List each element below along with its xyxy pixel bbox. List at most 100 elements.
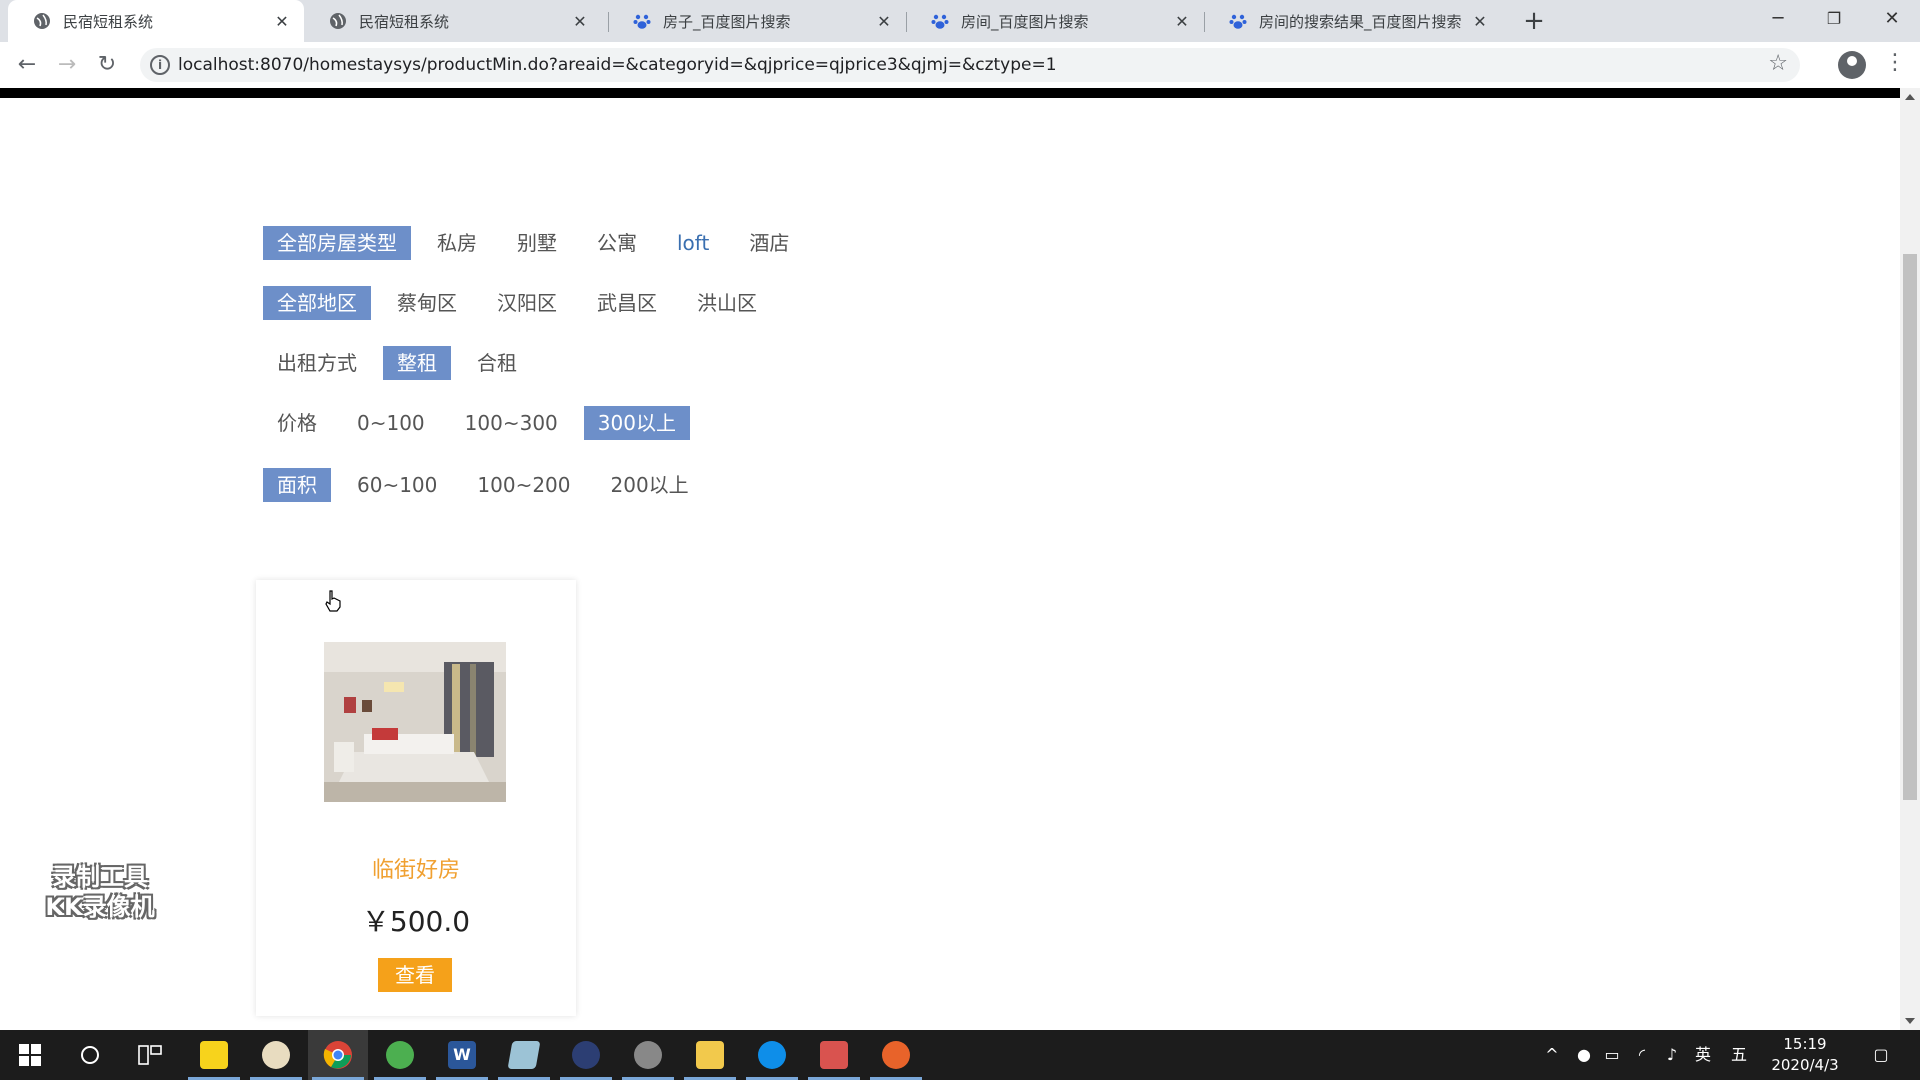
close-tab-icon[interactable]: ✕: [1468, 12, 1492, 31]
settings-gear-icon[interactable]: [618, 1030, 678, 1080]
watermark-line-1: 录制工具: [52, 863, 148, 891]
scroll-up-icon[interactable]: [1905, 94, 1915, 100]
page-content: 全部房屋类型 私房 别墅 公寓 loft 酒店 全部地区 蔡甸区 汉阳区 武昌区…: [0, 98, 1900, 1030]
ime-mode-indicator[interactable]: 五: [1724, 1030, 1754, 1080]
filter-category-loft[interactable]: loft: [663, 226, 723, 260]
new-tab-button[interactable]: +: [1519, 6, 1549, 36]
file-explorer-icon[interactable]: [680, 1030, 740, 1080]
tab-title: 房间_百度图片搜索: [961, 12, 1089, 31]
filter-area-hongshan[interactable]: 洪山区: [683, 286, 771, 320]
filter-area-all[interactable]: 全部地区: [263, 286, 371, 320]
tray-app-icon[interactable]: ●: [1570, 1030, 1598, 1080]
taskbar-clock[interactable]: 15:19 2020/4/3: [1760, 1034, 1850, 1076]
tab-title: 民宿短租系统: [63, 12, 154, 31]
pen-app-icon[interactable]: [246, 1030, 306, 1080]
volume-icon[interactable]: ♪: [1658, 1030, 1686, 1080]
scrollbar-thumb[interactable]: [1903, 254, 1917, 800]
filter-area-caidian[interactable]: 蔡甸区: [383, 286, 471, 320]
product-name[interactable]: 临街好房: [256, 852, 576, 884]
clock-time: 15:19: [1783, 1035, 1827, 1053]
filter-size-200-plus[interactable]: 200以上: [597, 468, 703, 502]
size-label[interactable]: 面积: [263, 468, 331, 502]
browser-tab-strip: 民宿短租系统 ✕ 民宿短租系统 ✕ 房子_百度图片搜索 ✕ 房间_百度图片搜索 …: [0, 0, 1920, 42]
filter-category-villa[interactable]: 别墅: [503, 226, 571, 260]
filter-size-100-200[interactable]: 100~200: [463, 468, 584, 502]
filter-price-300-plus[interactable]: 300以上: [583, 406, 690, 440]
browser-tab-2[interactable]: 民宿短租系统 ✕: [304, 0, 602, 42]
baidu-paw-icon: [633, 14, 651, 29]
back-arrow-icon[interactable]: ←: [12, 50, 42, 80]
clock-date: 2020/4/3: [1771, 1056, 1839, 1074]
filter-category-apartment[interactable]: 公寓: [583, 226, 651, 260]
globe-icon: [330, 13, 346, 29]
close-window-button[interactable]: ✕: [1864, 0, 1920, 42]
product-price: ￥500.0: [361, 905, 471, 938]
close-tab-icon[interactable]: ✕: [568, 12, 592, 31]
rent-type-filter-row: 出租方式 整租 合租: [263, 346, 543, 380]
filter-area-hanyang[interactable]: 汉阳区: [483, 286, 571, 320]
browser-tab-1[interactable]: 民宿短租系统 ✕: [8, 0, 304, 42]
close-tab-icon[interactable]: ✕: [1170, 12, 1194, 31]
sticky-notes-icon[interactable]: [184, 1030, 244, 1080]
ime-language-indicator[interactable]: 英: [1688, 1030, 1718, 1080]
page-scrollbar[interactable]: [1900, 88, 1920, 1030]
filter-price-100-300[interactable]: 100~300: [451, 406, 572, 440]
bookmark-star-icon[interactable]: ☆: [1768, 51, 1788, 76]
browser-tab-5[interactable]: 房间的搜索结果_百度图片搜索 ✕: [1204, 0, 1502, 42]
category-filter-row: 全部房屋类型 私房 别墅 公寓 loft 酒店: [263, 226, 815, 260]
tray-expand-icon[interactable]: ^: [1538, 1030, 1566, 1080]
tab-title: 房子_百度图片搜索: [663, 12, 791, 31]
notebook-app-icon[interactable]: [494, 1030, 554, 1080]
watermark-line-2: KK录像机: [45, 893, 155, 921]
close-tab-icon[interactable]: ✕: [872, 12, 896, 31]
rent-type-label: 出租方式: [277, 351, 357, 375]
recorder-app-icon[interactable]: [866, 1030, 926, 1080]
word-icon[interactable]: W: [432, 1030, 492, 1080]
page-top-bar: [0, 88, 1900, 98]
size-filter-row: 面积 60~100 100~200 200以上: [263, 468, 715, 502]
windows-taskbar: W ^ ● ▭ ◜ ♪ 英 五 15:19 2020/4/3 ▢: [0, 1030, 1920, 1080]
filter-rent-shared[interactable]: 合租: [463, 346, 531, 380]
browser-tab-4[interactable]: 房间_百度图片搜索 ✕: [906, 0, 1204, 42]
browser-toolbar: ← → ↻ i localhost:8070/homestaysys/produ…: [0, 42, 1920, 88]
windows-start-icon[interactable]: [0, 1030, 60, 1080]
close-tab-icon[interactable]: ✕: [270, 12, 294, 31]
battery-icon[interactable]: ▭: [1598, 1030, 1626, 1080]
wifi-icon[interactable]: ◜: [1628, 1030, 1656, 1080]
filter-price-0-100[interactable]: 0~100: [343, 406, 439, 440]
filter-rent-whole[interactable]: 整租: [383, 346, 451, 380]
browser-app-icon[interactable]: [370, 1030, 430, 1080]
hand-cursor-icon: [325, 590, 341, 612]
pdf-app-icon[interactable]: [804, 1030, 864, 1080]
filter-area-wuchang[interactable]: 武昌区: [583, 286, 671, 320]
profile-avatar-icon[interactable]: [1838, 51, 1866, 79]
price-label: 价格: [277, 411, 317, 435]
forward-arrow-icon[interactable]: →: [52, 50, 82, 80]
notifications-icon[interactable]: ▢: [1866, 1030, 1896, 1080]
filter-category-private-house[interactable]: 私房: [423, 226, 491, 260]
task-view-icon[interactable]: [120, 1030, 180, 1080]
browser-menu-icon[interactable]: ⋮: [1884, 50, 1906, 75]
tab-title: 民宿短租系统: [359, 12, 450, 31]
product-card[interactable]: 临街好房 ￥500.0 查看: [256, 580, 576, 1016]
address-bar[interactable]: i localhost:8070/homestaysys/productMin.…: [140, 48, 1800, 82]
filter-category-hotel[interactable]: 酒店: [735, 226, 803, 260]
url-text[interactable]: localhost:8070/homestaysys/productMin.do…: [178, 55, 1057, 75]
product-image-bedroom[interactable]: [324, 642, 506, 802]
reload-icon[interactable]: ↻: [92, 50, 122, 80]
area-filter-row: 全部地区 蔡甸区 汉阳区 武昌区 洪山区: [263, 286, 783, 320]
site-info-icon[interactable]: i: [150, 55, 170, 75]
restore-window-button[interactable]: ❐: [1806, 0, 1862, 42]
teamviewer-icon[interactable]: [742, 1030, 802, 1080]
minimize-window-button[interactable]: ─: [1750, 0, 1806, 42]
browser-tab-3[interactable]: 房子_百度图片搜索 ✕: [608, 0, 906, 42]
view-product-button[interactable]: 查看: [378, 958, 452, 992]
chrome-icon[interactable]: [308, 1030, 368, 1080]
filter-category-all[interactable]: 全部房屋类型: [263, 226, 411, 260]
scroll-down-icon[interactable]: [1905, 1018, 1915, 1024]
globe-icon: [34, 13, 50, 29]
eclipse-app-icon[interactable]: [556, 1030, 616, 1080]
baidu-paw-icon: [1229, 14, 1247, 29]
search-circle-icon[interactable]: [60, 1030, 120, 1080]
filter-size-60-100[interactable]: 60~100: [343, 468, 451, 502]
